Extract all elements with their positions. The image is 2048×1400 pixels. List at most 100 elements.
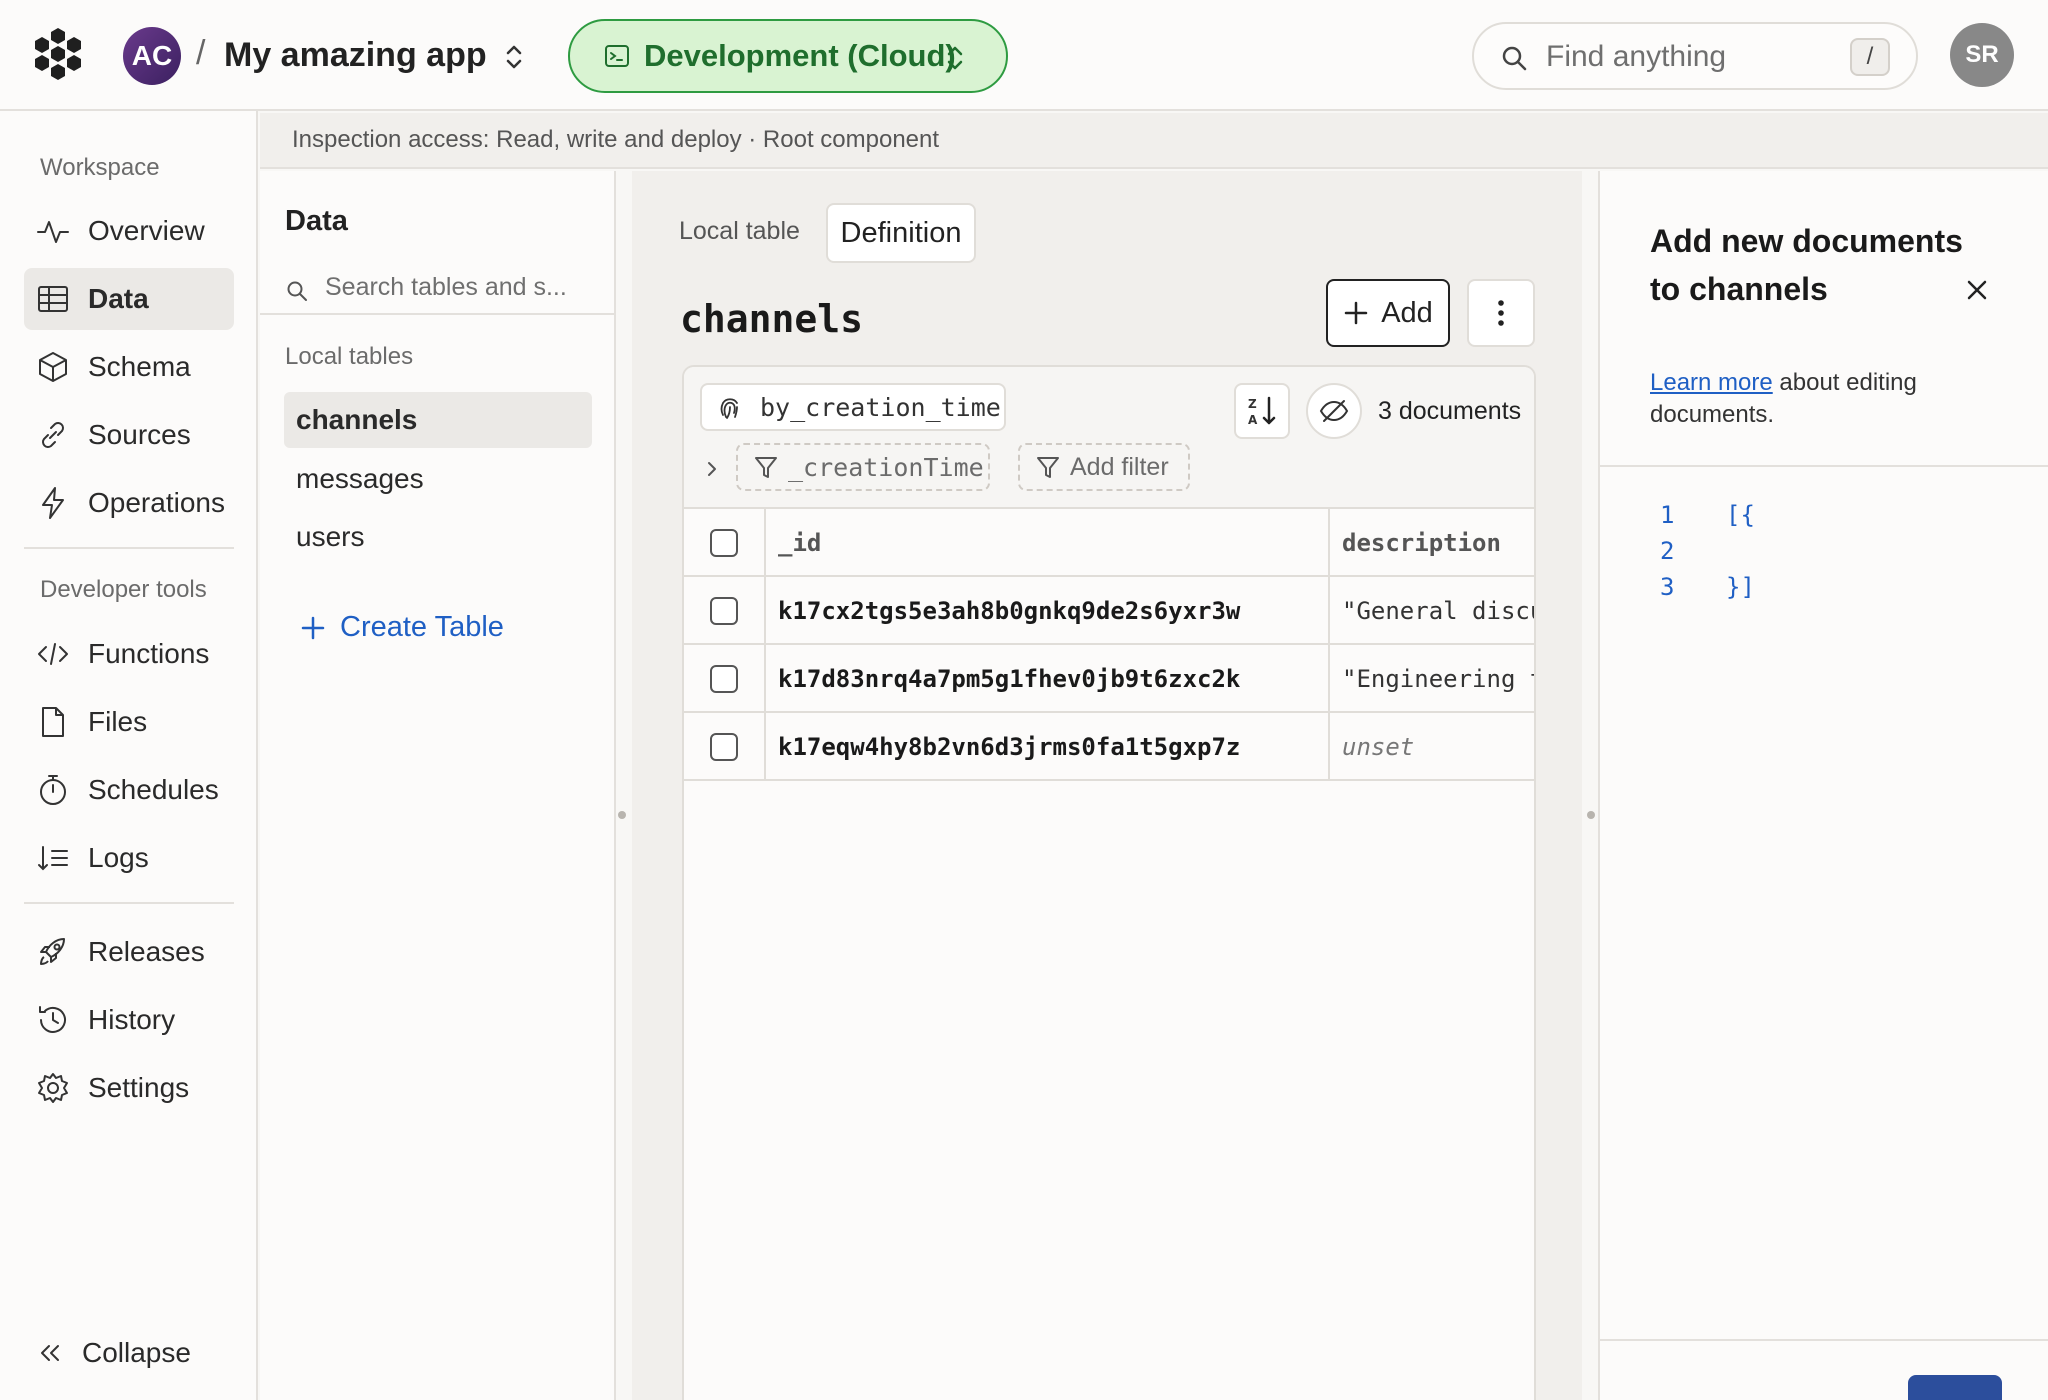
more-options-button[interactable] <box>1467 279 1535 347</box>
add-documents-panel: Add new documents to channels Learn more… <box>1598 171 2048 1400</box>
sidebar-item-label: Operations <box>88 487 225 518</box>
sidebar-item-functions[interactable]: Functions <box>24 623 234 685</box>
collapse-label: Collapse <box>82 1337 191 1368</box>
deployment-selector[interactable]: Development (Cloud) <box>568 19 1008 93</box>
panel-title: Add new documents to channels <box>1650 223 1963 307</box>
global-search-input[interactable]: Find anything / <box>1472 22 1918 90</box>
cell-id[interactable]: k17d83nrq4a7pm5g1fhev0jb9t6zxc2k <box>778 665 1240 693</box>
sort-order-button[interactable]: Z A <box>1234 383 1290 439</box>
sidebar-item-releases[interactable]: Releases <box>24 921 234 983</box>
document-count: 3 documents <box>1378 397 1522 425</box>
table-row[interactable]: k17d83nrq4a7pm5g1fhev0jb9t6zxc2k "Engine… <box>684 645 1534 713</box>
sidebar-item-data[interactable]: Data <box>24 268 234 330</box>
sidebar-item-logs[interactable]: Logs <box>24 827 234 889</box>
project-name[interactable]: My amazing app <box>224 36 487 75</box>
tab-definition[interactable]: Definition <box>826 203 976 263</box>
cell-description[interactable]: "Engineering team" <box>1342 665 1534 693</box>
divider <box>260 313 614 315</box>
sidebar-item-schedules[interactable]: Schedules <box>24 759 234 821</box>
sidebar-item-files[interactable]: Files <box>24 691 234 753</box>
create-table-label: Create Table <box>340 611 504 643</box>
user-avatar[interactable]: SR <box>1950 23 2014 87</box>
search-icon <box>287 281 307 301</box>
sidebar-item-label: Functions <box>88 638 210 669</box>
logo-icon[interactable] <box>30 26 86 82</box>
filter-icon <box>1037 457 1059 478</box>
table-item-channels[interactable]: channels <box>284 392 592 448</box>
line-text: [{ <box>1726 501 1755 529</box>
sidebar-item-settings[interactable]: Settings <box>24 1057 234 1119</box>
close-icon[interactable] <box>1964 277 1990 303</box>
team-avatar[interactable]: AC <box>123 27 181 85</box>
line-number: 3 <box>1660 573 1675 601</box>
table-item-users[interactable]: users <box>284 509 592 565</box>
editor-line[interactable]: 2 <box>1660 537 1726 565</box>
line-number: 1 <box>1660 501 1675 529</box>
eye-off-icon <box>1319 400 1349 422</box>
sidebar-item-label: Logs <box>88 842 149 873</box>
row-checkbox[interactable] <box>710 597 738 625</box>
panel-description: Learn more about editing documents. <box>1650 367 2010 431</box>
sidebar-item-operations[interactable]: Operations <box>24 472 234 534</box>
plus-icon <box>1344 301 1368 325</box>
cell-id[interactable]: k17eqw4hy8b2vn6d3jrms0fa1t5gxp7z <box>778 733 1240 761</box>
filter-creation-time[interactable]: _creationTime <box>736 443 990 491</box>
resize-handle[interactable] <box>1587 811 1595 819</box>
chevron-right-icon[interactable] <box>704 459 720 479</box>
index-selector[interactable]: by_creation_time <box>700 383 1006 431</box>
stopwatch-icon <box>40 775 66 805</box>
editor-line[interactable]: 1 [{ <box>1660 501 1755 529</box>
select-all-checkbox[interactable] <box>710 529 738 557</box>
tab-local-table[interactable]: Local table <box>679 217 800 246</box>
column-header-id[interactable]: _id <box>778 529 821 557</box>
chevron-updown-icon[interactable] <box>502 40 526 74</box>
divider <box>1600 465 2048 467</box>
add-label: Add <box>1381 296 1433 329</box>
data-table: by_creation_time Z A 3 documents _creati… <box>682 365 1536 1400</box>
file-icon <box>42 707 64 737</box>
table-header-row: _id description <box>684 509 1534 577</box>
sidebar-item-label: History <box>88 1004 176 1035</box>
sidebar-item-overview[interactable]: Overview <box>24 200 234 262</box>
row-checkbox[interactable] <box>710 733 738 761</box>
double-chevron-left-icon <box>41 1345 59 1361</box>
sidebar-item-label: Data <box>88 283 149 314</box>
sidebar: Workspace Overview Data Schema Sources O… <box>0 111 258 1400</box>
add-filter-button[interactable]: Add filter <box>1018 443 1190 491</box>
row-checkbox[interactable] <box>710 665 738 693</box>
access-banner: Inspection access: Read, write and deplo… <box>260 113 2048 169</box>
cell-description[interactable]: unset <box>1342 733 1414 761</box>
rocket-icon <box>40 938 65 965</box>
line-text: }] <box>1726 573 1755 601</box>
cell-description[interactable]: "General discussion" <box>1342 597 1534 625</box>
table-row[interactable]: k17eqw4hy8b2vn6d3jrms0fa1t5gxp7z unset <box>684 713 1534 781</box>
sidebar-divider <box>24 902 234 904</box>
sidebar-heading-workspace: Workspace <box>40 154 160 181</box>
editor-line[interactable]: 3}] <box>1660 573 1755 601</box>
breadcrumb-separator: / <box>196 34 206 72</box>
sidebar-item-sources[interactable]: Sources <box>24 404 234 466</box>
history-icon <box>39 1006 66 1033</box>
resize-handle[interactable] <box>618 811 626 819</box>
terminal-icon <box>605 45 629 67</box>
save-button[interactable] <box>1908 1375 2002 1400</box>
tables-panel: Data Search tables and s... Local tables… <box>260 171 616 1400</box>
kebab-menu-icon <box>1498 300 1504 326</box>
table-row[interactable]: k17cx2tgs5e3ah8b0gnkq9de2s6yxr3w "Genera… <box>684 577 1534 645</box>
link-icon <box>42 422 64 448</box>
sidebar-item-label: Settings <box>88 1072 190 1103</box>
table-item-messages[interactable]: messages <box>284 451 592 507</box>
hide-fields-button[interactable] <box>1306 383 1362 439</box>
cell-id[interactable]: k17cx2tgs5e3ah8b0gnkq9de2s6yxr3w <box>778 597 1240 625</box>
add-documents-button[interactable]: Add <box>1326 279 1450 347</box>
create-table-button[interactable]: Create Table <box>300 611 504 644</box>
column-header-description[interactable]: description <box>1342 529 1501 557</box>
learn-more-link[interactable]: Learn more <box>1650 369 1773 396</box>
sidebar-item-label: Files <box>88 706 148 737</box>
table-search-input[interactable]: Search tables and s... <box>285 271 595 311</box>
pulse-icon <box>37 221 69 243</box>
search-placeholder: Find anything <box>1546 40 1727 73</box>
collapse-sidebar-button[interactable]: Collapse <box>36 1337 191 1369</box>
sidebar-item-schema[interactable]: Schema <box>24 336 234 398</box>
sidebar-item-history[interactable]: History <box>24 989 234 1051</box>
